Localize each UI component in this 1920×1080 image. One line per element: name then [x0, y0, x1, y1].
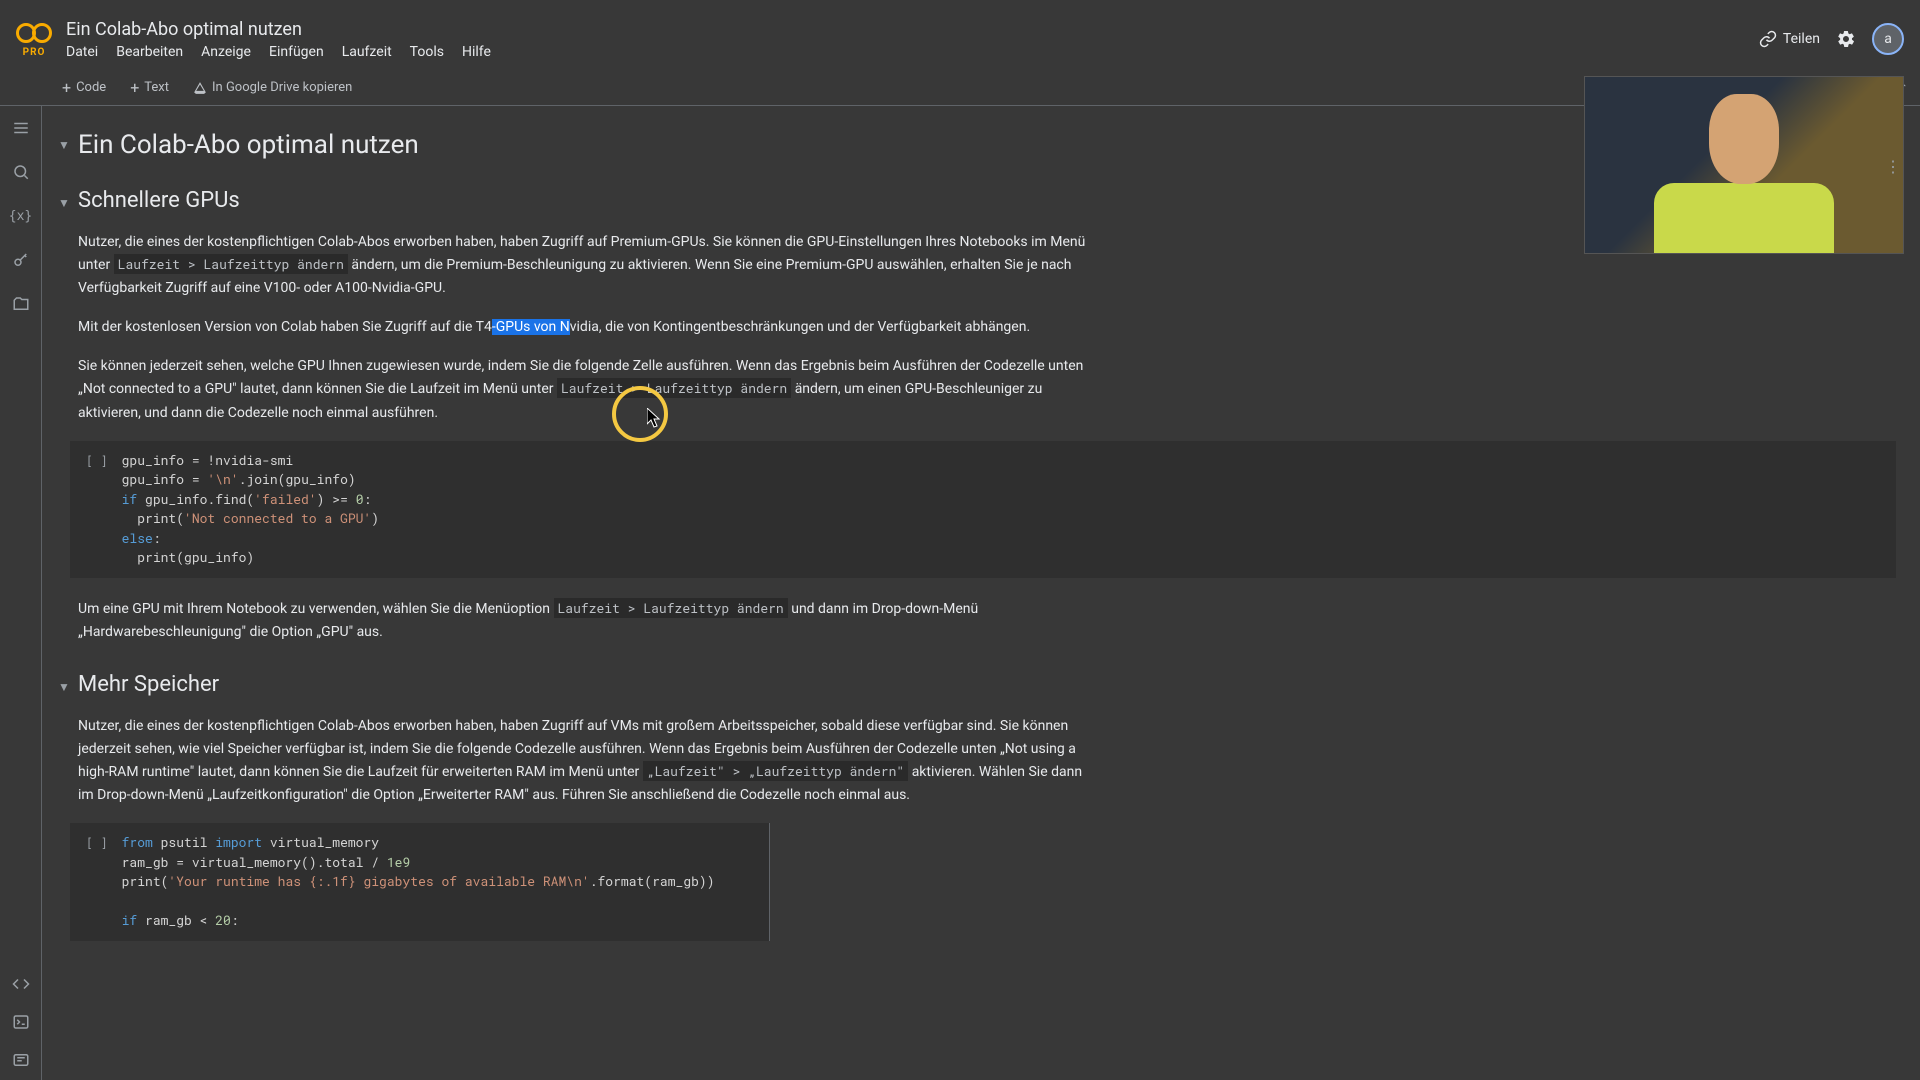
- add-text-button[interactable]: +Text: [124, 76, 175, 100]
- pro-badge: PRO: [23, 47, 46, 58]
- section-toggle-icon[interactable]: ▼: [58, 196, 70, 210]
- settings-icon[interactable]: [1836, 29, 1856, 49]
- cell-execution-indicator[interactable]: [ ]: [86, 451, 108, 568]
- command-palette-icon[interactable]: [11, 1050, 31, 1070]
- inline-code: Laufzeit > Laufzeittyp ändern: [114, 254, 348, 274]
- add-code-button[interactable]: +Code: [56, 76, 112, 100]
- section-toggle-icon[interactable]: ▼: [58, 138, 70, 152]
- variables-icon[interactable]: {x}: [11, 206, 31, 226]
- code-content[interactable]: from psutil import virtual_memory ram_gb…: [122, 833, 715, 931]
- menu-insert[interactable]: Einfügen: [269, 44, 324, 60]
- paragraph: Mit der kostenlosen Version von Colab ha…: [78, 316, 1098, 339]
- link-icon: [1759, 30, 1777, 48]
- paragraph: Sie können jederzeit sehen, welche GPU I…: [78, 355, 1098, 424]
- drive-icon: [193, 81, 207, 95]
- menu-edit[interactable]: Bearbeiten: [116, 44, 183, 60]
- copy-to-drive-button[interactable]: In Google Drive kopieren: [187, 76, 358, 99]
- colab-logo[interactable]: PRO: [16, 21, 52, 58]
- menu-runtime[interactable]: Laufzeit: [342, 44, 392, 60]
- plus-icon: +: [130, 80, 139, 96]
- menu-file[interactable]: Datei: [66, 44, 98, 60]
- inline-code: Laufzeit > Laufzeittyp ändern: [554, 598, 788, 618]
- terminal-icon[interactable]: [11, 1012, 31, 1032]
- code-cell[interactable]: [ ] from psutil import virtual_memory ra…: [70, 823, 770, 941]
- paragraph: Nutzer, die eines der kostenpflichtigen …: [78, 231, 1098, 300]
- paragraph: Um eine GPU mit Ihrem Notebook zu verwen…: [78, 598, 1098, 644]
- menu-tools[interactable]: Tools: [410, 44, 444, 60]
- files-icon[interactable]: [11, 294, 31, 314]
- toc-icon[interactable]: [11, 118, 31, 138]
- inline-code: „Laufzeit" > „Laufzeittyp ändern": [643, 761, 908, 781]
- plus-icon: +: [62, 80, 71, 96]
- code-snippets-icon[interactable]: [11, 974, 31, 994]
- section-toggle-icon[interactable]: ▼: [58, 680, 70, 694]
- user-avatar[interactable]: a: [1872, 23, 1904, 55]
- heading-more-memory: Mehr Speicher: [78, 672, 1896, 697]
- share-label: Teilen: [1783, 31, 1820, 47]
- document-title[interactable]: Ein Colab-Abo optimal nutzen: [66, 19, 1759, 40]
- menu-help[interactable]: Hilfe: [462, 44, 491, 60]
- left-sidebar: {x}: [0, 106, 42, 1080]
- paragraph: Nutzer, die eines der kostenpflichtigen …: [78, 715, 1098, 807]
- share-button[interactable]: Teilen: [1759, 30, 1820, 48]
- menu-view[interactable]: Anzeige: [201, 44, 251, 60]
- inline-code: Laufzeit > Laufzeittyp ändern: [557, 378, 791, 398]
- webcam-more-icon[interactable]: ⋮: [1885, 157, 1901, 176]
- code-cell[interactable]: [ ] gpu_info = !nvidia-smi gpu_info = '\…: [70, 441, 1896, 578]
- app-header: PRO Ein Colab-Abo optimal nutzen Datei B…: [0, 0, 1920, 70]
- cell-execution-indicator[interactable]: [ ]: [86, 833, 108, 931]
- secrets-icon[interactable]: [11, 250, 31, 270]
- search-icon[interactable]: [11, 162, 31, 182]
- code-content[interactable]: gpu_info = !nvidia-smi gpu_info = '\n'.j…: [122, 451, 379, 568]
- text-selection: -GPUs von N: [492, 319, 570, 335]
- webcam-overlay: ⋮: [1584, 76, 1904, 254]
- menu-bar: Datei Bearbeiten Anzeige Einfügen Laufze…: [66, 44, 1759, 60]
